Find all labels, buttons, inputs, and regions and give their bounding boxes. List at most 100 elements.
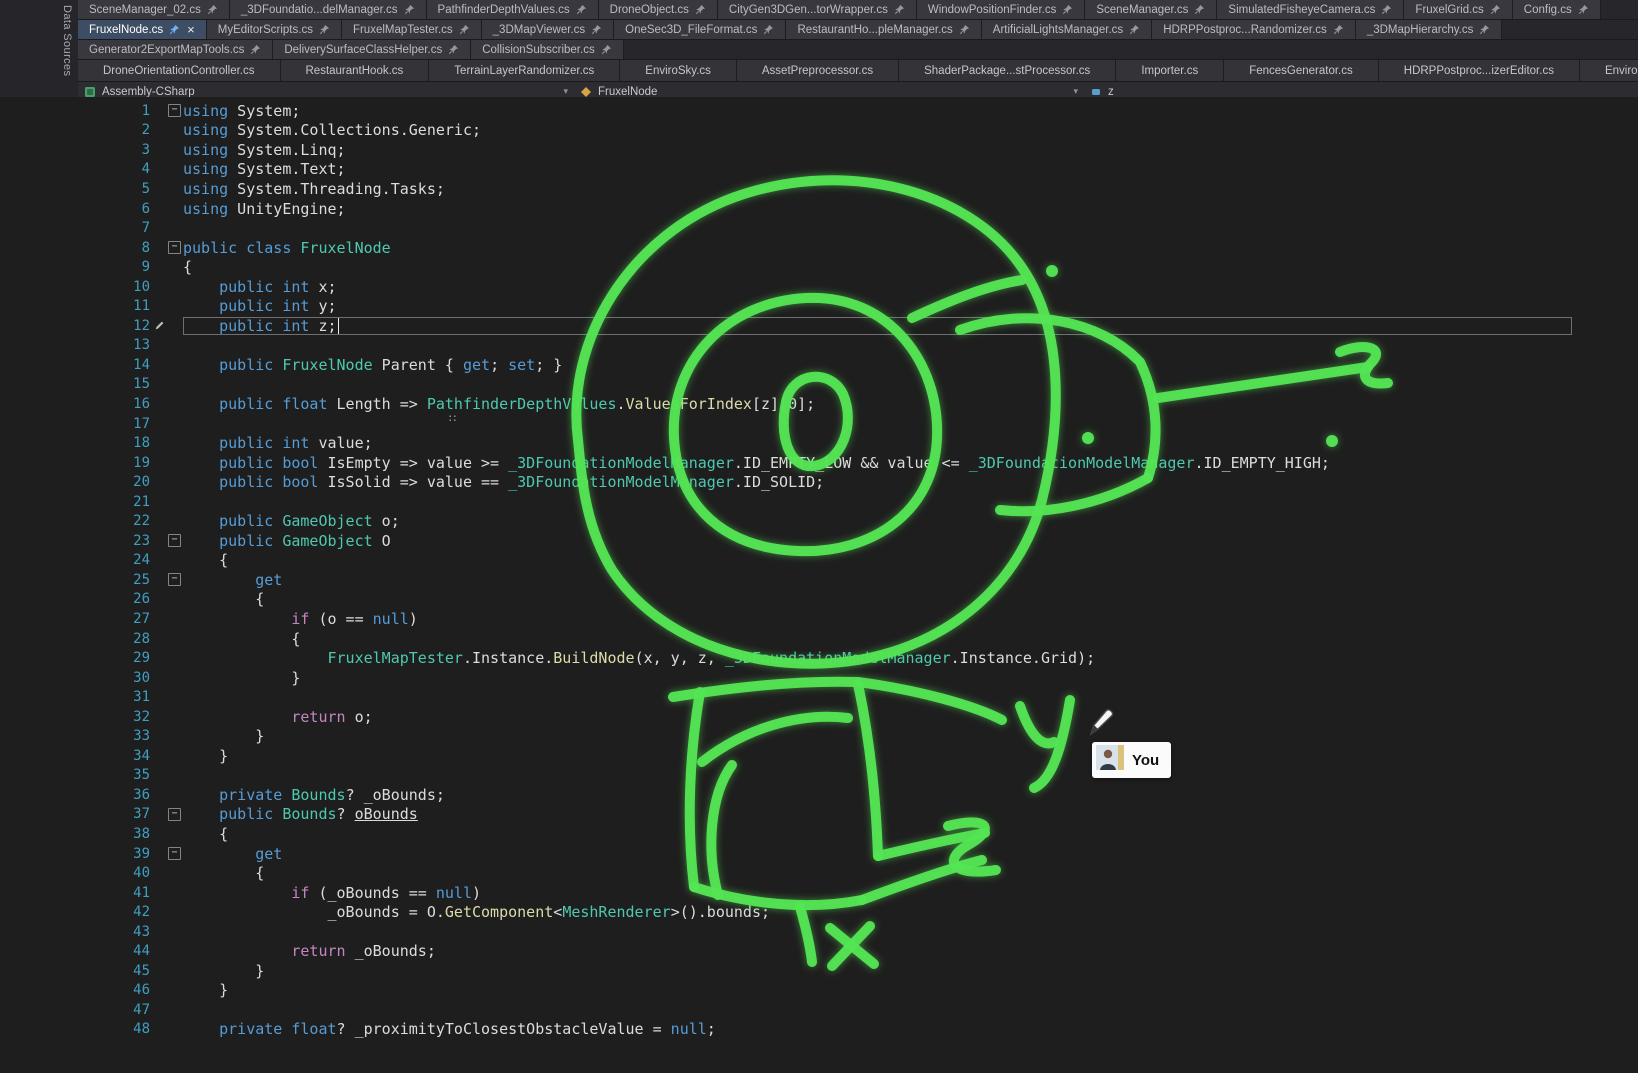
editor-tab[interactable]: SceneManager.cs	[1085, 0, 1217, 19]
code-text[interactable]: using System.Linq;	[183, 141, 1572, 159]
pin-icon[interactable]	[591, 24, 602, 35]
pin-icon[interactable]	[404, 4, 415, 15]
code-line-40[interactable]: 40 {	[0, 863, 1638, 883]
pin-icon[interactable]	[1062, 4, 1073, 15]
code-text[interactable]: using System.Collections.Generic;	[183, 121, 1572, 139]
editor-tab[interactable]: HDRPPostproc...Randomizer.cs	[1152, 20, 1356, 39]
fold-collapse-icon[interactable]: −	[168, 808, 181, 821]
code-line-37[interactable]: 37− public Bounds? oBounds	[0, 805, 1638, 825]
code-line-34[interactable]: 34 }	[0, 746, 1638, 766]
editor-tab[interactable]: SceneManager_02.cs	[78, 0, 230, 19]
pin-icon[interactable]	[576, 4, 587, 15]
pin-icon[interactable]	[894, 4, 905, 15]
code-line-38[interactable]: 38 {	[0, 824, 1638, 844]
code-text[interactable]: {	[183, 258, 1572, 276]
editor-tab[interactable]: EnviroSkyMgr.cs	[1580, 60, 1638, 81]
editor-tab[interactable]: WindowPositionFinder.cs	[917, 0, 1085, 19]
code-line-13[interactable]: 13	[0, 336, 1638, 356]
code-line-6[interactable]: 6using UnityEngine;	[0, 199, 1638, 219]
code-text[interactable]: using System;	[183, 102, 1572, 120]
fold-collapse-icon[interactable]: −	[168, 534, 181, 547]
editor-tab[interactable]: Config.cs	[1513, 0, 1601, 19]
code-line-3[interactable]: 3using System.Linq;	[0, 140, 1638, 160]
code-line-19[interactable]: 19 public bool IsEmpty => value >= _3DFo…	[0, 453, 1638, 473]
editor-tab[interactable]: FencesGenerator.cs	[1224, 60, 1379, 81]
code-text[interactable]: public GameObject o;	[183, 512, 1572, 530]
code-text[interactable]: {	[183, 825, 1572, 843]
editor-tab[interactable]: ArtificialLightsManager.cs	[982, 20, 1152, 39]
pin-icon[interactable]	[601, 44, 612, 55]
editor-tab[interactable]: ShaderPackage...stProcessor.cs	[899, 60, 1116, 81]
pin-icon[interactable]	[1194, 4, 1205, 15]
code-text[interactable]: public GameObject O	[183, 532, 1572, 550]
code-line-26[interactable]: 26 {	[0, 590, 1638, 610]
code-line-17[interactable]: 17	[0, 414, 1638, 434]
code-text[interactable]: FruxelMapTester.Instance.BuildNode(x, y,…	[183, 649, 1572, 667]
code-line-4[interactable]: 4using System.Text;	[0, 160, 1638, 180]
editor-tab[interactable]: SimulatedFisheyeCamera.cs	[1217, 0, 1404, 19]
code-line-48[interactable]: 48 private float? _proximityToClosestObs…	[0, 1020, 1638, 1040]
code-line-41[interactable]: 41 if (_oBounds == null)	[0, 883, 1638, 903]
code-text[interactable]: if (o == null)	[183, 610, 1572, 628]
code-line-36[interactable]: 36 private Bounds? _oBounds;	[0, 785, 1638, 805]
code-text[interactable]: public bool IsEmpty => value >= _3DFound…	[183, 454, 1572, 472]
code-line-18[interactable]: 18 public int value;	[0, 433, 1638, 453]
pin-icon[interactable]	[1129, 24, 1140, 35]
code-text[interactable]: return o;	[183, 708, 1572, 726]
code-line-43[interactable]: 43	[0, 922, 1638, 942]
editor-tab[interactable]: Generator2ExportMapTools.cs	[78, 40, 273, 59]
editor-tab[interactable]: EnviroSky.cs	[620, 60, 737, 81]
code-line-30[interactable]: 30 }	[0, 668, 1638, 688]
editor-tab[interactable]: RestaurantHo...pleManager.cs	[786, 20, 981, 39]
code-line-46[interactable]: 46 }	[0, 981, 1638, 1001]
pin-icon[interactable]	[459, 24, 470, 35]
editor-tab[interactable]: FruxelGrid.cs	[1404, 0, 1512, 19]
pin-icon[interactable]	[763, 24, 774, 35]
code-line-33[interactable]: 33 }	[0, 727, 1638, 747]
code-text[interactable]: }	[183, 669, 1572, 687]
code-line-9[interactable]: 9{	[0, 257, 1638, 277]
editor-tab[interactable]: PathfinderDepthValues.cs	[427, 0, 599, 19]
code-line-47[interactable]: 47	[0, 1000, 1638, 1020]
code-line-35[interactable]: 35	[0, 766, 1638, 786]
code-line-22[interactable]: 22 public GameObject o;	[0, 511, 1638, 531]
code-text[interactable]: get	[183, 845, 1572, 863]
code-text[interactable]: if (_oBounds == null)	[183, 884, 1572, 902]
code-line-42[interactable]: 42 _oBounds = O.GetComponent<MeshRendere…	[0, 902, 1638, 922]
editor-tab[interactable]: DroneObject.cs	[599, 0, 718, 19]
code-line-14[interactable]: 14 public FruxelNode Parent { get; set; …	[0, 355, 1638, 375]
code-line-10[interactable]: 10 public int x;	[0, 277, 1638, 297]
pin-icon[interactable]	[207, 4, 218, 15]
code-text[interactable]: public int value;	[183, 434, 1572, 452]
code-line-8[interactable]: 8−public class FruxelNode	[0, 238, 1638, 258]
code-line-1[interactable]: 1−using System;	[0, 101, 1638, 121]
editor-tab[interactable]: CityGen3DGen...torWrapper.cs	[718, 0, 917, 19]
code-text[interactable]: public float Length => PathfinderDepthVa…	[183, 395, 1572, 413]
editor-tab[interactable]: TerrainLayerRandomizer.cs	[429, 60, 620, 81]
pin-icon[interactable]	[1333, 24, 1344, 35]
fold-collapse-icon[interactable]: −	[168, 104, 181, 117]
code-line-45[interactable]: 45 }	[0, 961, 1638, 981]
editor-tab[interactable]: Importer.cs	[1116, 60, 1224, 81]
code-text[interactable]: }	[183, 962, 1572, 980]
fold-collapse-icon[interactable]: −	[168, 573, 181, 586]
pin-icon[interactable]	[959, 24, 970, 35]
editor-tab[interactable]: DeliverySurfaceClassHelper.cs	[273, 40, 471, 59]
code-text[interactable]: public bool IsSolid => value == _3DFound…	[183, 473, 1572, 491]
code-line-39[interactable]: 39− get	[0, 844, 1638, 864]
editor-tab[interactable]: FruxelMapTester.cs	[342, 20, 482, 39]
code-line-7[interactable]: 7	[0, 218, 1638, 238]
pin-icon[interactable]	[1578, 4, 1589, 15]
code-text[interactable]: _oBounds = O.GetComponent<MeshRenderer>(…	[183, 903, 1572, 921]
pin-icon[interactable]	[695, 4, 706, 15]
code-line-12[interactable]: 12 public int z;	[0, 316, 1638, 336]
code-text[interactable]: using System.Text;	[183, 160, 1572, 178]
pin-icon[interactable]	[1381, 4, 1392, 15]
editor-tab[interactable]: RestaurantHook.cs	[281, 60, 430, 81]
editor-tab[interactable]: _3DMapViewer.cs	[482, 20, 614, 39]
code-line-5[interactable]: 5using System.Threading.Tasks;	[0, 179, 1638, 199]
code-line-25[interactable]: 25− get	[0, 570, 1638, 590]
code-text[interactable]: {	[183, 630, 1572, 648]
editor-tab[interactable]: CollisionSubscriber.cs	[471, 40, 624, 59]
code-line-32[interactable]: 32 return o;	[0, 707, 1638, 727]
